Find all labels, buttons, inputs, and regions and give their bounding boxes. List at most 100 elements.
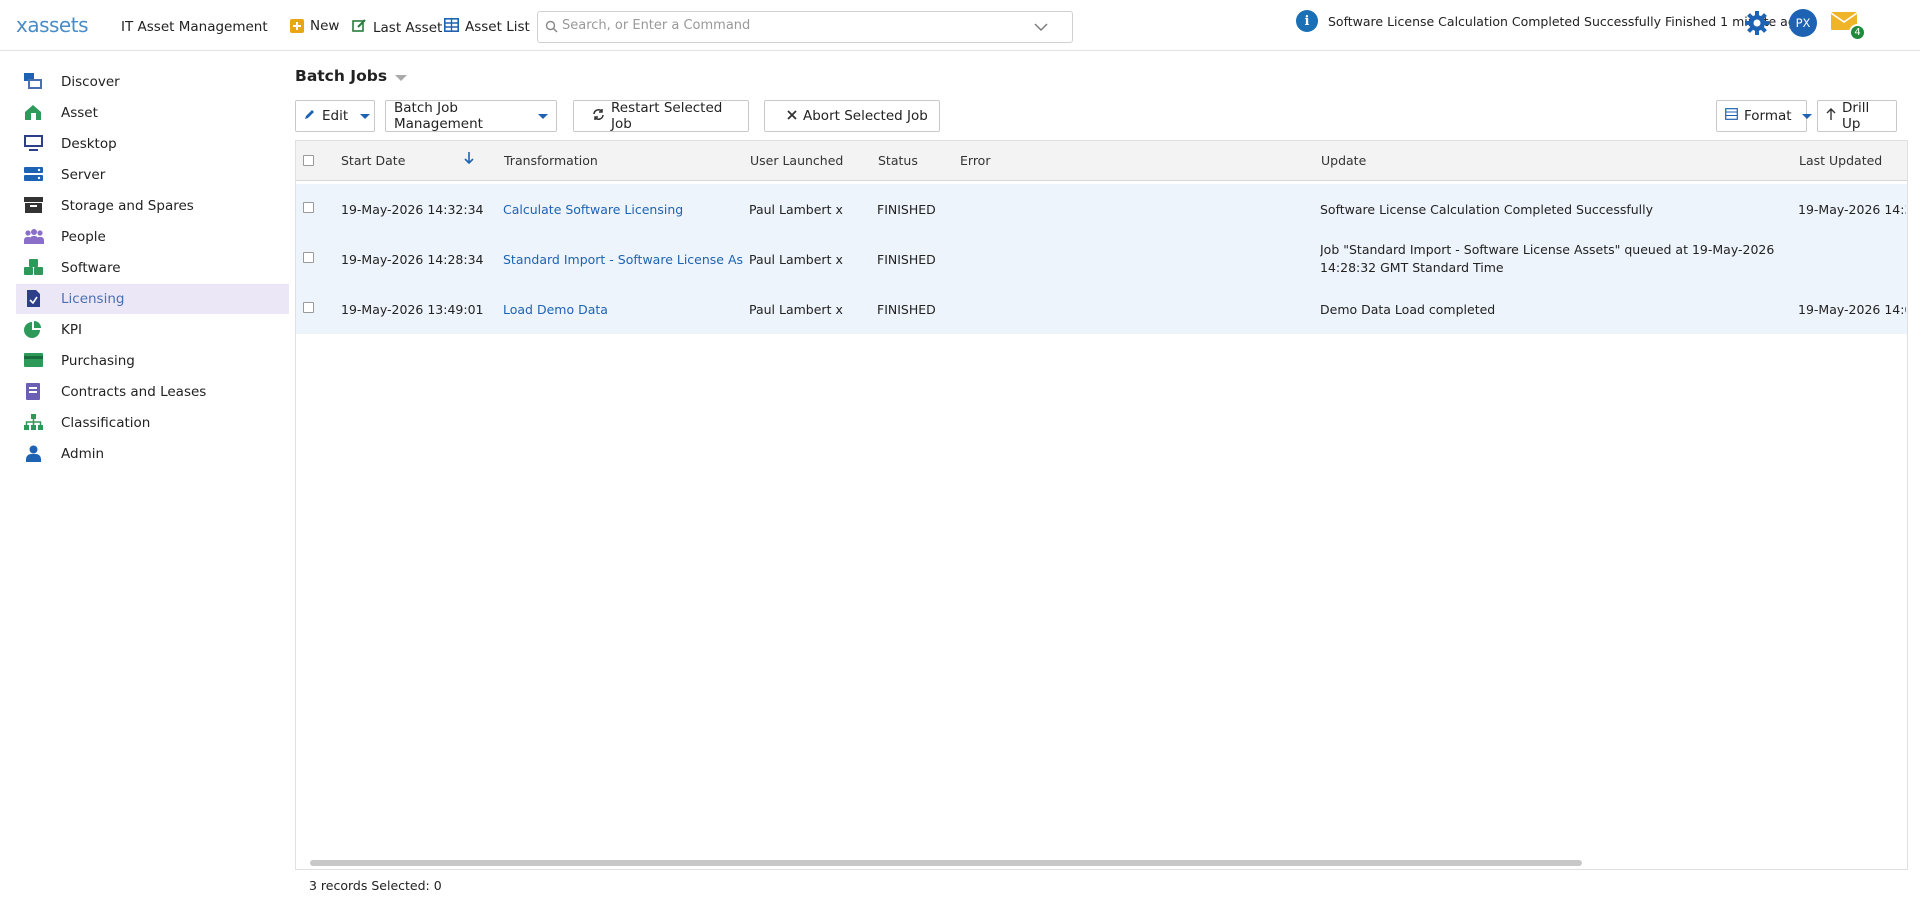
table-row[interactable]: 19-May-2026 13:49:01 Load Demo Data Paul… bbox=[296, 284, 1907, 334]
abort-label: Abort Selected Job bbox=[803, 108, 928, 124]
app-title: IT Asset Management bbox=[121, 19, 268, 35]
info-icon: i bbox=[1296, 10, 1318, 32]
drill-up-button[interactable]: Drill Up bbox=[1817, 100, 1897, 132]
horizontal-scrollbar[interactable] bbox=[310, 860, 1582, 866]
chevron-down-icon[interactable] bbox=[1034, 21, 1048, 36]
discover-icon bbox=[24, 73, 43, 90]
format-label: Format bbox=[1744, 108, 1792, 124]
arrow-up-icon bbox=[1826, 107, 1836, 125]
app-logo[interactable]: xassets bbox=[16, 13, 89, 37]
row-checkbox[interactable] bbox=[303, 252, 314, 263]
status-cell: FINISHED bbox=[877, 302, 936, 317]
sidebar-item-label: Classification bbox=[61, 415, 151, 431]
caret-down-icon bbox=[395, 75, 408, 81]
column-header-transformation[interactable]: Transformation bbox=[504, 153, 598, 168]
sidebar-item-label: KPI bbox=[61, 322, 82, 338]
batch-jobs-grid: Start Date Transformation User Launched … bbox=[295, 140, 1908, 870]
gear-icon[interactable] bbox=[1744, 10, 1770, 40]
server-icon bbox=[24, 166, 43, 183]
column-header-error[interactable]: Error bbox=[960, 153, 990, 168]
row-checkbox[interactable] bbox=[303, 302, 314, 313]
last-asset-label: Last Asset bbox=[373, 19, 443, 36]
update-cell: Job "Standard Import - Software License … bbox=[1320, 242, 1775, 257]
table-icon bbox=[1725, 108, 1738, 124]
table-row[interactable]: 19-May-2026 14:32:34 Calculate Software … bbox=[296, 184, 1907, 234]
sidebar-item-label: Software bbox=[61, 260, 121, 276]
status-cell: FINISHED bbox=[877, 202, 936, 217]
asset-icon bbox=[24, 104, 43, 121]
update-cell: Demo Data Load completed bbox=[1320, 302, 1496, 317]
column-header-status[interactable]: Status bbox=[878, 153, 918, 168]
classification-icon bbox=[24, 414, 43, 431]
sidebar-item-classification[interactable]: Classification bbox=[16, 408, 289, 438]
credit-card-icon bbox=[24, 352, 43, 369]
user-cell: Paul Lambert x bbox=[749, 202, 843, 217]
transformation-link[interactable]: Load Demo Data bbox=[503, 302, 743, 317]
desktop-icon bbox=[24, 135, 43, 152]
sidebar-item-licensing[interactable]: Licensing bbox=[16, 284, 289, 314]
top-bar: xassets IT Asset Management New Last Ass… bbox=[0, 0, 1920, 51]
caret-down-icon bbox=[1801, 113, 1812, 119]
sidebar-item-server[interactable]: Server bbox=[16, 160, 289, 190]
column-header-update[interactable]: Update bbox=[1321, 153, 1366, 168]
update-cell: Software License Calculation Completed S… bbox=[1320, 202, 1654, 217]
notification-text: Software License Calculation Completed S… bbox=[1328, 13, 1804, 29]
software-icon bbox=[24, 259, 43, 276]
transformation-link[interactable]: Calculate Software Licensing bbox=[503, 202, 743, 217]
restart-selected-job-button[interactable]: Restart Selected Job bbox=[573, 100, 749, 132]
licensing-icon bbox=[24, 290, 43, 307]
row-checkbox[interactable] bbox=[303, 202, 314, 213]
logo-text: xassets bbox=[16, 13, 89, 37]
sidebar-item-label: Asset bbox=[61, 105, 98, 121]
sidebar-item-purchasing[interactable]: Purchasing bbox=[16, 346, 289, 376]
start-date-cell: 19-May-2026 14:28:34 bbox=[341, 252, 484, 267]
sidebar-item-admin[interactable]: Admin bbox=[16, 439, 289, 469]
edit-square-icon bbox=[352, 18, 367, 37]
sidebar-item-desktop[interactable]: Desktop bbox=[16, 129, 289, 159]
caret-down-icon bbox=[360, 113, 371, 119]
sidebar-item-contracts[interactable]: Contracts and Leases bbox=[16, 377, 289, 407]
drill-up-label: Drill Up bbox=[1842, 100, 1870, 132]
column-header-user-launched[interactable]: User Launched bbox=[750, 153, 843, 168]
status-cell: FINISHED bbox=[877, 252, 936, 267]
sidebar-item-label: Server bbox=[61, 167, 106, 183]
sidebar-item-label: Contracts and Leases bbox=[61, 384, 207, 400]
sidebar-item-kpi[interactable]: KPI bbox=[16, 315, 289, 345]
sidebar-item-storage[interactable]: Storage and Spares bbox=[16, 191, 289, 221]
sidebar-item-asset[interactable]: Asset bbox=[16, 98, 289, 128]
column-header-start-date[interactable]: Start Date bbox=[341, 153, 405, 168]
notification[interactable]: i Software License Calculation Completed… bbox=[1296, 10, 1803, 32]
search-input[interactable] bbox=[562, 18, 1032, 33]
format-dropdown[interactable]: Format bbox=[1716, 100, 1812, 132]
contracts-icon bbox=[24, 383, 43, 400]
user-cell: Paul Lambert x bbox=[749, 302, 843, 317]
abort-selected-job-button[interactable]: Abort Selected Job bbox=[764, 100, 940, 132]
page-title[interactable]: Batch Jobs bbox=[295, 67, 408, 85]
last-asset-button[interactable]: Last Asset bbox=[352, 18, 442, 37]
table-row[interactable]: 19-May-2026 14:28:34 Standard Import - S… bbox=[296, 234, 1907, 284]
avatar[interactable]: PX bbox=[1789, 9, 1817, 37]
sidebar-item-label: Licensing bbox=[61, 291, 125, 307]
new-button[interactable]: New bbox=[290, 18, 339, 34]
new-label: New bbox=[310, 18, 340, 34]
transformation-link[interactable]: Standard Import - Software License Asse bbox=[503, 252, 743, 267]
sidebar-item-software[interactable]: Software bbox=[16, 253, 289, 283]
select-all-checkbox[interactable] bbox=[303, 155, 314, 166]
sidebar-item-people[interactable]: People bbox=[16, 222, 289, 252]
asset-list-button[interactable]: Asset List bbox=[444, 18, 530, 36]
admin-icon bbox=[24, 445, 43, 462]
edit-button[interactable]: Edit bbox=[295, 100, 375, 132]
start-date-cell: 19-May-2026 14:32:34 bbox=[341, 202, 484, 217]
sort-descending-icon[interactable] bbox=[464, 151, 474, 169]
last-updated-cell: 19-May-2026 14:32 bbox=[1798, 202, 1906, 217]
update-cell-line2: 14:28:32 GMT Standard Time bbox=[1320, 260, 1504, 275]
sidebar-item-label: Storage and Spares bbox=[61, 198, 194, 214]
records-status: 3 records Selected: 0 bbox=[309, 878, 442, 893]
column-header-last-updated[interactable]: Last Updated bbox=[1799, 153, 1882, 168]
grid-header: Start Date Transformation User Launched … bbox=[296, 141, 1907, 181]
table-icon bbox=[444, 18, 459, 36]
asset-list-label: Asset List bbox=[465, 19, 530, 35]
sidebar-item-label: Discover bbox=[61, 74, 120, 90]
sidebar-item-discover[interactable]: Discover bbox=[16, 67, 289, 97]
batch-job-management-dropdown[interactable]: Batch Job Management bbox=[385, 100, 557, 132]
